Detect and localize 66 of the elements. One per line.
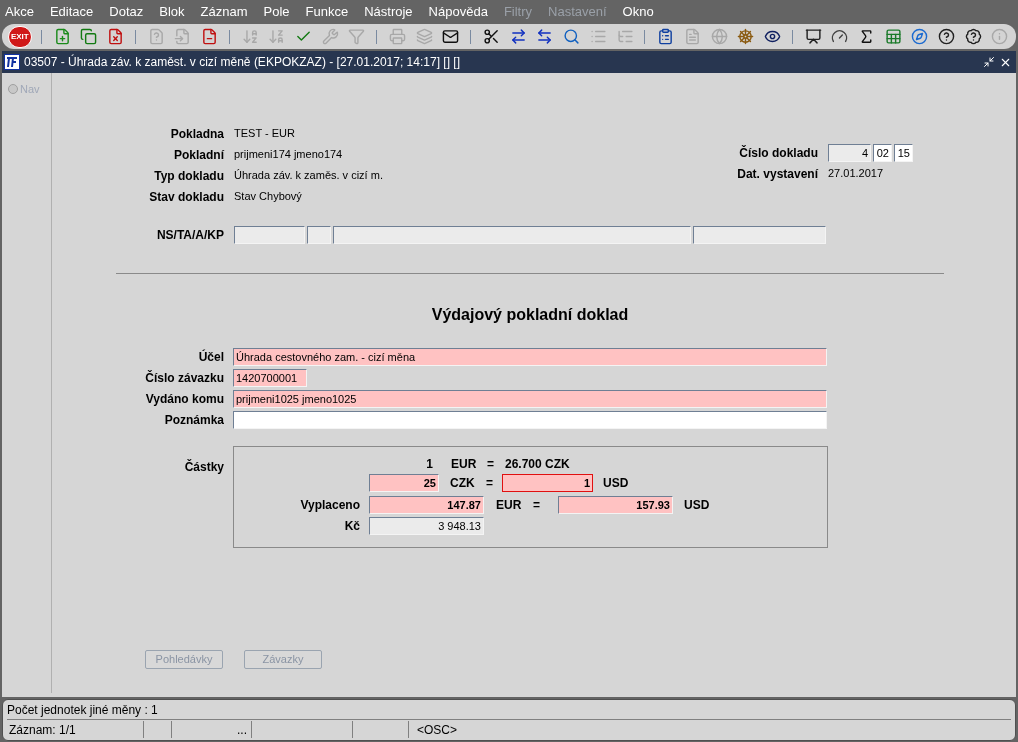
restore-icon[interactable]	[983, 56, 995, 68]
input-field[interactable]: Úhrada cestovného zam. - cizí měna	[233, 347, 827, 366]
field-label: NS/TA/A/KP	[155, 227, 224, 244]
input-field[interactable]	[333, 226, 691, 244]
number-field[interactable]: 15	[894, 143, 913, 162]
help-icon[interactable]	[936, 26, 957, 47]
field-label: Vydáno komu	[144, 390, 224, 408]
input-field[interactable]: 1420700001	[233, 368, 307, 387]
menu-item[interactable]: Blok	[156, 2, 188, 22]
menu-item[interactable]: Akce	[2, 2, 37, 22]
input-field[interactable]: prijmeni1025 jmeno1025	[233, 389, 827, 408]
input-field[interactable]	[693, 226, 826, 244]
field-value: Úhrada záv. k zaměs. v cizí m.	[234, 168, 383, 184]
field-label: Číslo závazku	[144, 369, 224, 387]
rate-units: 1	[425, 456, 433, 473]
menu-item[interactable]: Editace	[46, 2, 97, 22]
equals-sign: =	[533, 497, 541, 514]
form-title: Výdajový pokladní doklad	[430, 305, 630, 325]
menu-item[interactable]: Funkce	[302, 2, 352, 22]
window-title: 03507 - Úhrada záv. k zaměst. v cizí měně (EKPOKZAZ) - [27.01.2017; 14:17] [] []	[24, 53, 460, 71]
status-message: Počet jednotek jiné měny : 1	[7, 701, 158, 719]
field-label: Pokladna	[169, 125, 224, 143]
field-label: Typ dokladu	[153, 167, 224, 185]
amount-field[interactable]: 25	[369, 474, 439, 492]
menu-item[interactable]: Dotaz	[106, 2, 147, 22]
number-field[interactable]: 4	[828, 143, 871, 162]
field-label: Číslo dokladu	[738, 144, 818, 162]
number-field[interactable]: 02	[873, 143, 892, 162]
input-field[interactable]	[233, 410, 827, 429]
currency-label: USD	[603, 475, 629, 492]
menu-item[interactable]: Nástroje	[361, 2, 416, 22]
nav-radio[interactable]	[8, 84, 18, 95]
currency-label: EUR	[451, 456, 478, 473]
field-label: Účel	[197, 348, 224, 366]
amount-field[interactable]: 1	[502, 474, 593, 492]
currency-label: USD	[684, 497, 710, 514]
exit-button[interactable]: EXIT	[8, 25, 32, 48]
menu-item[interactable]: Pole	[260, 2, 293, 22]
currency-label: CZK	[450, 475, 476, 492]
field-label: Částky	[183, 458, 224, 476]
app-logo-icon	[4, 54, 20, 70]
field-label: Stav dokladu	[148, 188, 224, 206]
amount-field[interactable]: 3 948.13	[369, 517, 484, 535]
field-value: Stav Chybový	[234, 189, 302, 205]
status-cell: ...	[171, 721, 251, 738]
field-label: Kč	[343, 518, 360, 535]
field-value: TEST - EUR	[234, 126, 295, 142]
status-cell: <OSC>	[408, 721, 458, 738]
field-label: Poznámka	[163, 411, 224, 429]
equals-sign: =	[486, 475, 494, 492]
status-cell-text: Záznam: 1/1	[8, 721, 77, 739]
field-label: Dat. vystavení	[736, 165, 818, 183]
menu-item[interactable]: Okno	[619, 2, 657, 22]
equals-sign: =	[487, 456, 495, 473]
input-field[interactable]	[234, 226, 305, 244]
field-label: Vyplaceno	[299, 497, 360, 514]
amount-field[interactable]: 157.93	[558, 496, 673, 514]
field-value: 27.01.2017	[828, 166, 884, 182]
rate-value: 26.700 CZK	[505, 456, 570, 473]
menu-item[interactable]: Nápověda	[425, 2, 491, 22]
amount-field[interactable]: 147.87	[369, 496, 484, 514]
input-field[interactable]	[307, 226, 331, 244]
menu-item[interactable]: Záznam	[197, 2, 251, 22]
currency-label: EUR	[496, 497, 523, 514]
field-label: Pokladní	[173, 146, 224, 164]
field-value: prijmeni174 jmeno174	[234, 147, 343, 163]
